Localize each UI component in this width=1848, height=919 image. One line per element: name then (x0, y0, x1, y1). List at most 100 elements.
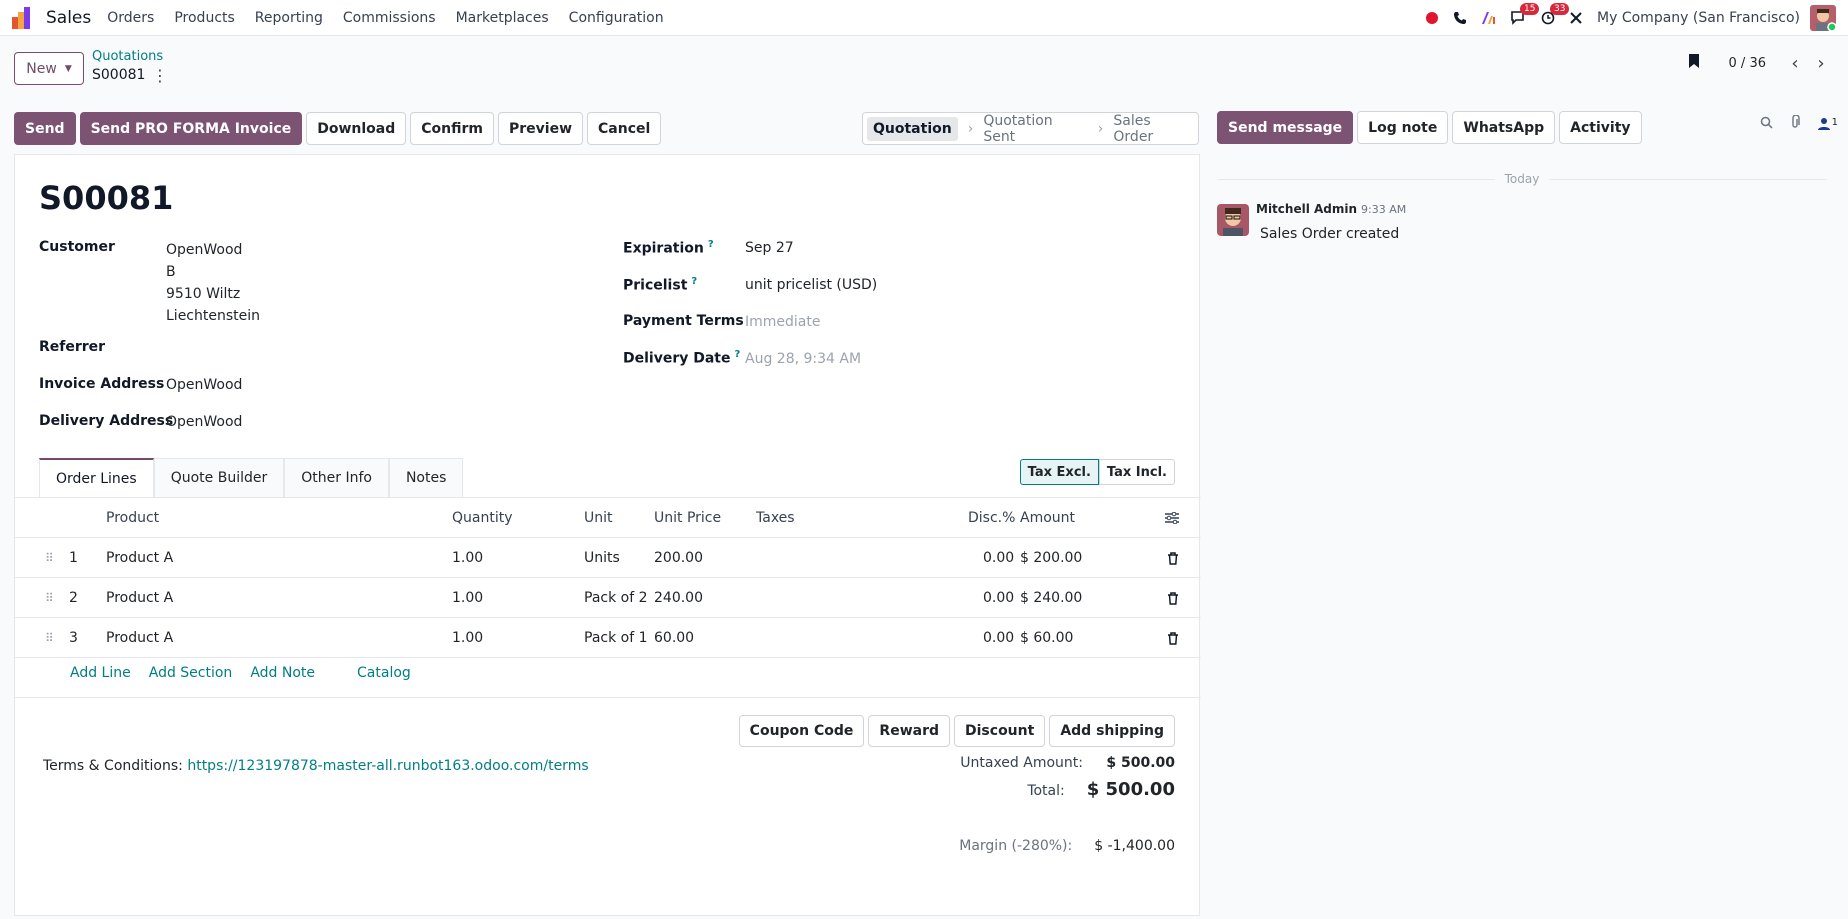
customer-field[interactable]: OpenWood B 9510 Wiltz Liechtenstein (166, 239, 260, 327)
table-row[interactable]: ⠿ 1 Product A 1.00 Units 200.00 0.00 $ 2… (15, 538, 1201, 578)
coupon-code-button[interactable]: Coupon Code (738, 715, 865, 747)
new-button[interactable]: New ▼ (14, 52, 84, 85)
expiration-field[interactable]: Sep 27 (745, 240, 794, 256)
line-product[interactable]: Product A (106, 538, 173, 578)
tab-order-lines[interactable]: Order Lines (39, 458, 154, 497)
col-taxes[interactable]: Taxes (756, 498, 795, 538)
sales-app-icon[interactable] (12, 6, 36, 29)
add-line-link[interactable]: Add Line (70, 665, 131, 681)
delete-line-icon[interactable] (1167, 538, 1179, 578)
line-product[interactable]: Product A (106, 618, 173, 658)
pricelist-field[interactable]: unit pricelist (USD) (745, 277, 877, 293)
record-actions-icon[interactable]: ⋮ (152, 66, 168, 85)
line-unit[interactable]: Units (584, 538, 620, 578)
col-amount[interactable]: Amount (1020, 498, 1075, 538)
drag-handle-icon[interactable]: ⠿ (45, 578, 54, 618)
line-quantity[interactable]: 1.00 (452, 618, 483, 658)
app-title[interactable]: Sales (46, 8, 91, 28)
tools-icon[interactable] (1569, 11, 1583, 25)
discount-button[interactable]: Discount (954, 715, 1046, 747)
user-avatar[interactable] (1810, 5, 1837, 32)
delivery-date-field[interactable]: Aug 28, 9:34 AM (745, 351, 861, 367)
menu-products[interactable]: Products (174, 10, 234, 26)
help-icon[interactable]: ? (708, 239, 714, 250)
delivery-address-field[interactable]: OpenWood (166, 414, 242, 430)
col-product[interactable]: Product (106, 498, 159, 538)
line-discount[interactable]: 0.00 (983, 618, 1014, 658)
help-icon[interactable]: ? (735, 349, 741, 360)
log-note-button[interactable]: Log note (1357, 111, 1449, 144)
pager-next-icon[interactable]: › (1808, 50, 1834, 76)
col-discount[interactable]: Disc.% (968, 498, 1015, 538)
send-proforma-button[interactable]: Send PRO FORMA Invoice (79, 112, 303, 145)
delete-line-icon[interactable] (1167, 618, 1179, 658)
catalog-link[interactable]: Catalog (357, 665, 411, 681)
untaxed-amount-value: $ 500.00 (1106, 755, 1175, 771)
activity-button[interactable]: Activity (1559, 111, 1642, 144)
add-note-link[interactable]: Add Note (250, 665, 315, 681)
confirm-button[interactable]: Confirm (410, 112, 494, 145)
col-unit-price[interactable]: Unit Price (654, 498, 721, 538)
invoice-address-field[interactable]: OpenWood (166, 377, 242, 393)
line-discount[interactable]: 0.00 (983, 538, 1014, 578)
line-unit-price[interactable]: 240.00 (654, 578, 703, 618)
line-unit-price[interactable]: 200.00 (654, 538, 703, 578)
record-icon[interactable] (1425, 11, 1439, 25)
help-icon[interactable]: ? (691, 276, 697, 287)
breadcrumb-quotations[interactable]: Quotations (92, 49, 163, 64)
send-message-button[interactable]: Send message (1217, 111, 1354, 144)
tab-quote-builder[interactable]: Quote Builder (153, 458, 285, 497)
reward-button[interactable]: Reward (868, 715, 951, 747)
search-icon[interactable] (1760, 116, 1773, 133)
menu-commissions[interactable]: Commissions (343, 10, 436, 26)
menu-reporting[interactable]: Reporting (255, 10, 323, 26)
preview-button[interactable]: Preview (498, 112, 584, 145)
menu-orders[interactable]: Orders (107, 10, 154, 26)
menu-marketplaces[interactable]: Marketplaces (456, 10, 549, 26)
stage-quotation-sent[interactable]: Quotation Sent (983, 113, 1087, 145)
paperclip-icon[interactable] (1789, 114, 1801, 133)
cancel-button[interactable]: Cancel (587, 112, 662, 145)
pager-previous-icon[interactable]: ‹ (1782, 50, 1808, 76)
tax-excl-button[interactable]: Tax Excl. (1019, 459, 1099, 485)
tax-incl-button[interactable]: Tax Incl. (1098, 459, 1175, 485)
phone-icon[interactable] (1453, 11, 1467, 25)
line-quantity[interactable]: 1.00 (452, 538, 483, 578)
column-settings-icon[interactable] (1165, 498, 1179, 538)
download-button[interactable]: Download (306, 112, 407, 145)
drag-handle-icon[interactable]: ⠿ (45, 618, 54, 658)
company-switcher[interactable]: My Company (San Francisco) (1597, 10, 1800, 26)
whatsapp-button[interactable]: WhatsApp (1452, 111, 1556, 144)
pager-value[interactable]: 0 / 36 (1729, 56, 1766, 71)
line-quantity[interactable]: 1.00 (452, 578, 483, 618)
payment-terms-field[interactable]: Immediate (745, 314, 820, 330)
line-unit-price[interactable]: 60.00 (654, 618, 694, 658)
delete-line-icon[interactable] (1167, 578, 1179, 618)
ai-icon[interactable] (1481, 11, 1497, 25)
activities-icon[interactable]: 33 (1541, 3, 1570, 25)
line-discount[interactable]: 0.00 (983, 578, 1014, 618)
message-author[interactable]: Mitchell Admin 9:33 AM (1256, 202, 1406, 216)
send-button[interactable]: Send (14, 112, 76, 145)
add-section-link[interactable]: Add Section (149, 665, 233, 681)
menu-configuration[interactable]: Configuration (569, 10, 664, 26)
followers-icon[interactable]: 1 (1817, 117, 1838, 131)
terms-link[interactable]: https://123197878-master-all.runbot163.o… (187, 758, 588, 774)
line-unit[interactable]: Pack of 1 (584, 618, 648, 658)
line-unit[interactable]: Pack of 2 (584, 578, 648, 618)
table-row[interactable]: ⠿ 2 Product A 1.00 Pack of 2 240.00 0.00… (15, 578, 1201, 618)
bookmark-icon[interactable] (1687, 53, 1701, 73)
col-quantity[interactable]: Quantity (452, 498, 513, 538)
message-author-avatar[interactable] (1217, 204, 1249, 236)
drag-handle-icon[interactable]: ⠿ (45, 538, 54, 578)
stage-quotation[interactable]: Quotation (867, 116, 958, 141)
tab-other-info[interactable]: Other Info (284, 458, 389, 497)
stage-sales-order[interactable]: Sales Order (1113, 113, 1194, 145)
messages-icon[interactable]: 15 (1511, 3, 1540, 25)
table-row[interactable]: ⠿ 3 Product A 1.00 Pack of 1 60.00 0.00 … (15, 618, 1201, 658)
tab-notes[interactable]: Notes (388, 458, 464, 497)
add-shipping-button[interactable]: Add shipping (1049, 715, 1175, 747)
line-product[interactable]: Product A (106, 578, 173, 618)
col-unit[interactable]: Unit (584, 498, 613, 538)
line-amount: $ 60.00 (1020, 630, 1074, 646)
